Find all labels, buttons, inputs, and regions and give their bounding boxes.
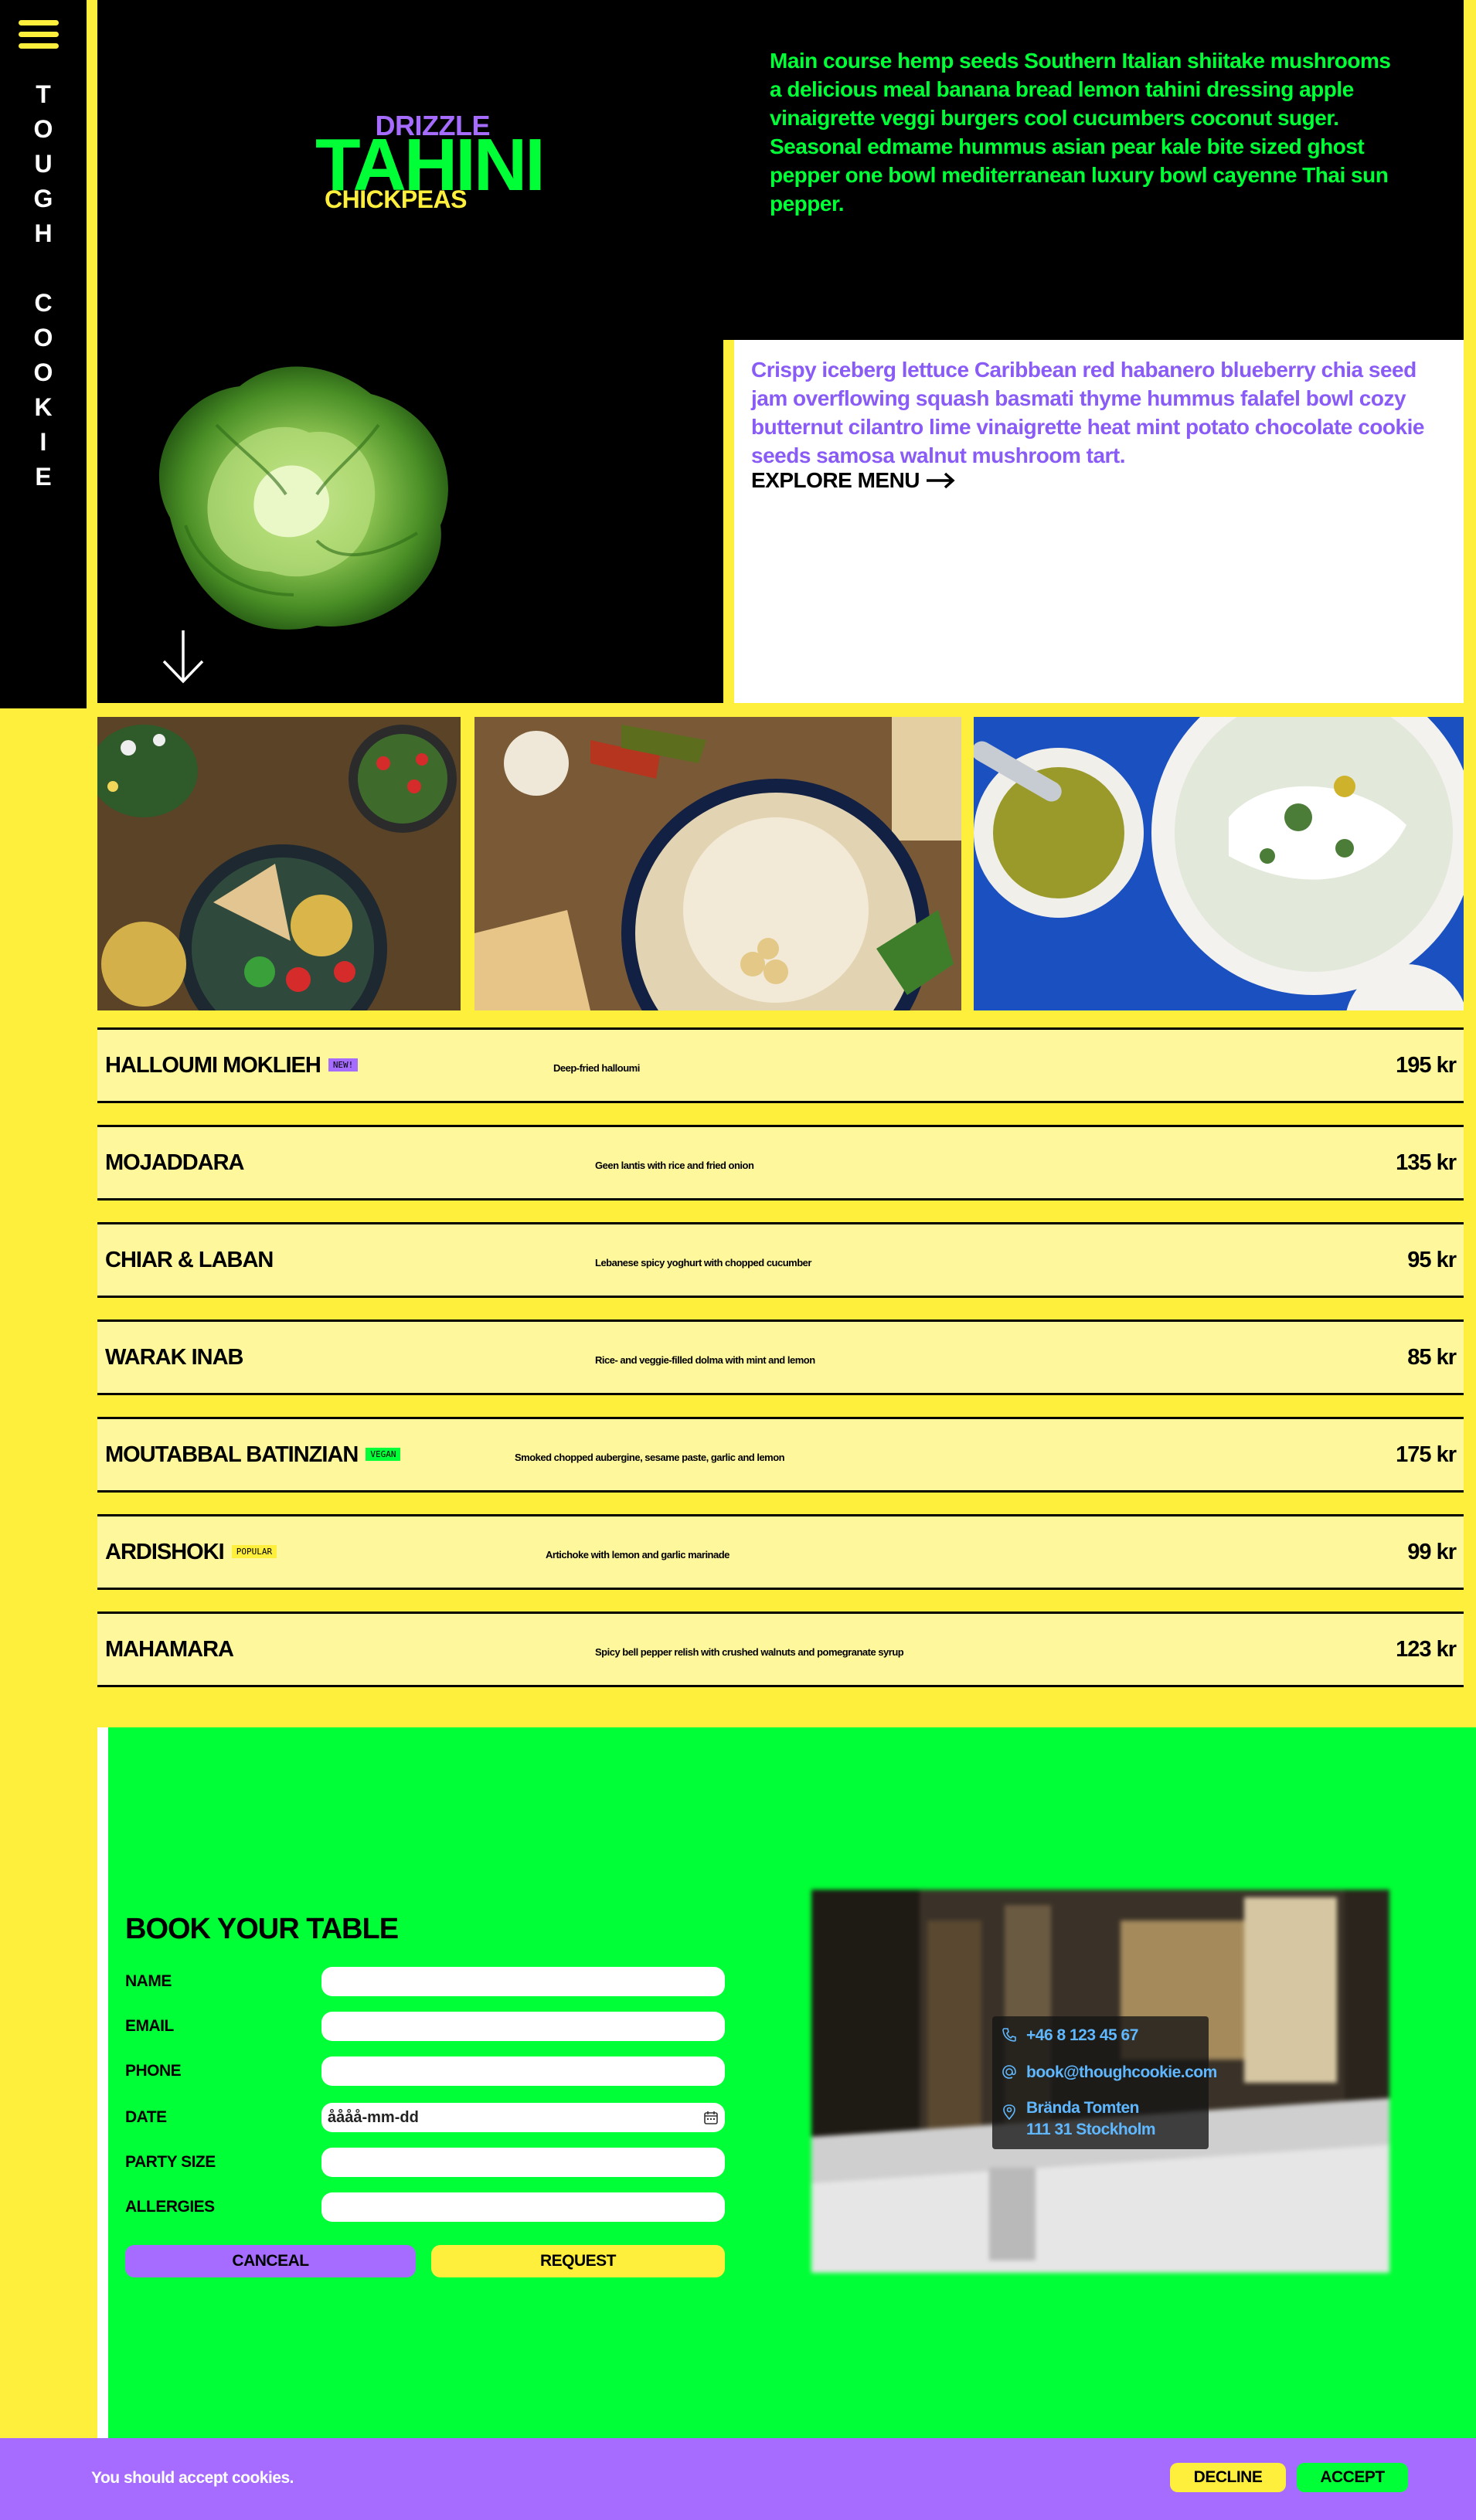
contact-card: +46 8 123 45 67 book@thoughcookie.com Br… <box>992 2016 1217 2149</box>
dish-description: Smoked chopped aubergine, sesame paste, … <box>515 1452 785 1463</box>
contact-address-line-1: Brända Tomten <box>1026 2099 1139 2117</box>
cancel-button[interactable]: CANCEAL <box>125 2245 416 2277</box>
dish-description: Spicy bell pepper relish with crushed wa… <box>595 1646 904 1658</box>
dish-description: Geen lantis with rice and fried onion <box>595 1160 754 1171</box>
dish-price: 85 kr <box>1407 1345 1457 1370</box>
arrow-right-icon <box>927 472 955 489</box>
menu-item[interactable]: HALLOUMI MOKLIEH NEW! Deep-fried halloumi… <box>97 1027 1464 1103</box>
dish-price: 95 kr <box>1407 1248 1457 1272</box>
email-label: EMAIL <box>125 2017 174 2035</box>
date-input-value: åååå-mm-dd <box>328 2108 419 2126</box>
cookie-message: You should accept cookies. <box>91 2469 294 2487</box>
date-label: DATE <box>125 2108 167 2126</box>
accept-cookies-button[interactable]: ACCEPT <box>1297 2463 1408 2492</box>
email-input[interactable] <box>321 2012 725 2041</box>
dish-description: Lebanese spicy yoghurt with chopped cucu… <box>595 1257 811 1268</box>
at-sign-icon <box>1002 2065 1016 2079</box>
contact-phone[interactable]: +46 8 123 45 67 <box>1026 2026 1138 2046</box>
dish-name: ARDISHOKI POPULAR <box>105 1540 277 1565</box>
menu-item[interactable]: ARDISHOKI POPULAR Artichoke with lemon an… <box>97 1514 1464 1590</box>
party-size-input[interactable] <box>321 2148 725 2177</box>
name-label: NAME <box>125 1972 172 1990</box>
brand-vertical: T O U G H C O O K I E <box>33 80 53 491</box>
dish-price: 99 kr <box>1407 1540 1457 1564</box>
decline-cookies-button[interactable]: DECLINE <box>1170 2463 1286 2492</box>
dish-name: MOJADDARA <box>105 1150 244 1175</box>
explore-menu-label: EXPLORE MENU <box>751 468 920 492</box>
new-badge: NEW! <box>328 1058 359 1072</box>
dish-description: Artichoke with lemon and garlic marinade <box>546 1549 729 1561</box>
dish-description: Deep-fried halloumi <box>553 1062 640 1074</box>
dish-name: WARAK INAB <box>105 1345 243 1370</box>
location-pin-icon <box>1003 2104 1015 2120</box>
logo-chickpeas: CHICKPEAS <box>325 185 467 213</box>
food-photo-salad-bowl <box>97 717 461 1010</box>
dish-price: 195 kr <box>1396 1053 1457 1078</box>
name-input[interactable] <box>321 1967 725 1996</box>
menu-item[interactable]: CHIAR & LABAN Lebanese spicy yoghurt wit… <box>97 1222 1464 1298</box>
contact-email[interactable]: book@thoughcookie.com <box>1026 2063 1217 2083</box>
food-photo-dips <box>974 717 1464 1010</box>
party-size-label: PARTY SIZE <box>125 2153 216 2171</box>
scroll-down-arrow-icon[interactable] <box>161 629 206 684</box>
dish-price: 175 kr <box>1396 1442 1457 1467</box>
phone-label: PHONE <box>125 2062 182 2080</box>
dish-description: Rice- and veggie-filled dolma with mint … <box>595 1354 815 1366</box>
allergies-label: ALLERGIES <box>125 2198 215 2216</box>
cookie-banner: You should accept cookies. DECLINE ACCEP… <box>0 2438 1476 2520</box>
allergies-input[interactable] <box>321 2192 725 2222</box>
dish-price: 135 kr <box>1396 1150 1457 1175</box>
phone-icon <box>1002 2028 1016 2042</box>
vegan-badge: VEGAN <box>366 1448 401 1461</box>
dish-name: MAHAMARA <box>105 1637 234 1662</box>
menu-item[interactable]: WARAK INAB Rice- and veggie-filled dolma… <box>97 1319 1464 1395</box>
dish-name: HALLOUMI MOKLIEH NEW! <box>105 1053 359 1078</box>
hamburger-menu-icon[interactable] <box>19 20 59 56</box>
menu-item[interactable]: MOJADDARA Geen lantis with rice and frie… <box>97 1125 1464 1201</box>
dish-price: 123 kr <box>1396 1637 1457 1662</box>
explore-menu-link[interactable]: EXPLORE MENU <box>751 468 956 493</box>
menu-item[interactable]: MOUTABBAL BATINZIAN VEGAN Smoked chopped … <box>97 1417 1464 1493</box>
food-photo-hummus <box>474 717 961 1010</box>
hero-secondary-text: Crispy iceberg lettuce Caribbean red hab… <box>751 358 1424 467</box>
contact-address-line-2: 111 31 Stockholm <box>1026 2121 1156 2138</box>
logo: DRIZZLE TAHINI CHICKPEAS <box>309 108 546 224</box>
phone-input[interactable] <box>321 2056 725 2086</box>
calendar-icon[interactable] <box>703 2110 719 2125</box>
dish-name: CHIAR & LABAN <box>105 1248 274 1272</box>
popular-badge: POPULAR <box>231 1545 277 1558</box>
request-button[interactable]: REQUEST <box>431 2245 725 2277</box>
dish-name: MOUTABBAL BATINZIAN VEGAN <box>105 1442 401 1468</box>
menu-item[interactable]: MAHAMARA Spicy bell pepper relish with c… <box>97 1612 1464 1687</box>
hero-divider <box>723 340 734 703</box>
booking-title: BOOK YOUR TABLE <box>125 1913 399 1945</box>
date-input[interactable]: åååå-mm-dd <box>321 2103 725 2132</box>
lettuce-image <box>158 366 448 630</box>
hero-intro-text: Main course hemp seeds Southern Italian … <box>770 49 1391 216</box>
sidebar: T O U G H C O O K I E <box>0 0 87 708</box>
